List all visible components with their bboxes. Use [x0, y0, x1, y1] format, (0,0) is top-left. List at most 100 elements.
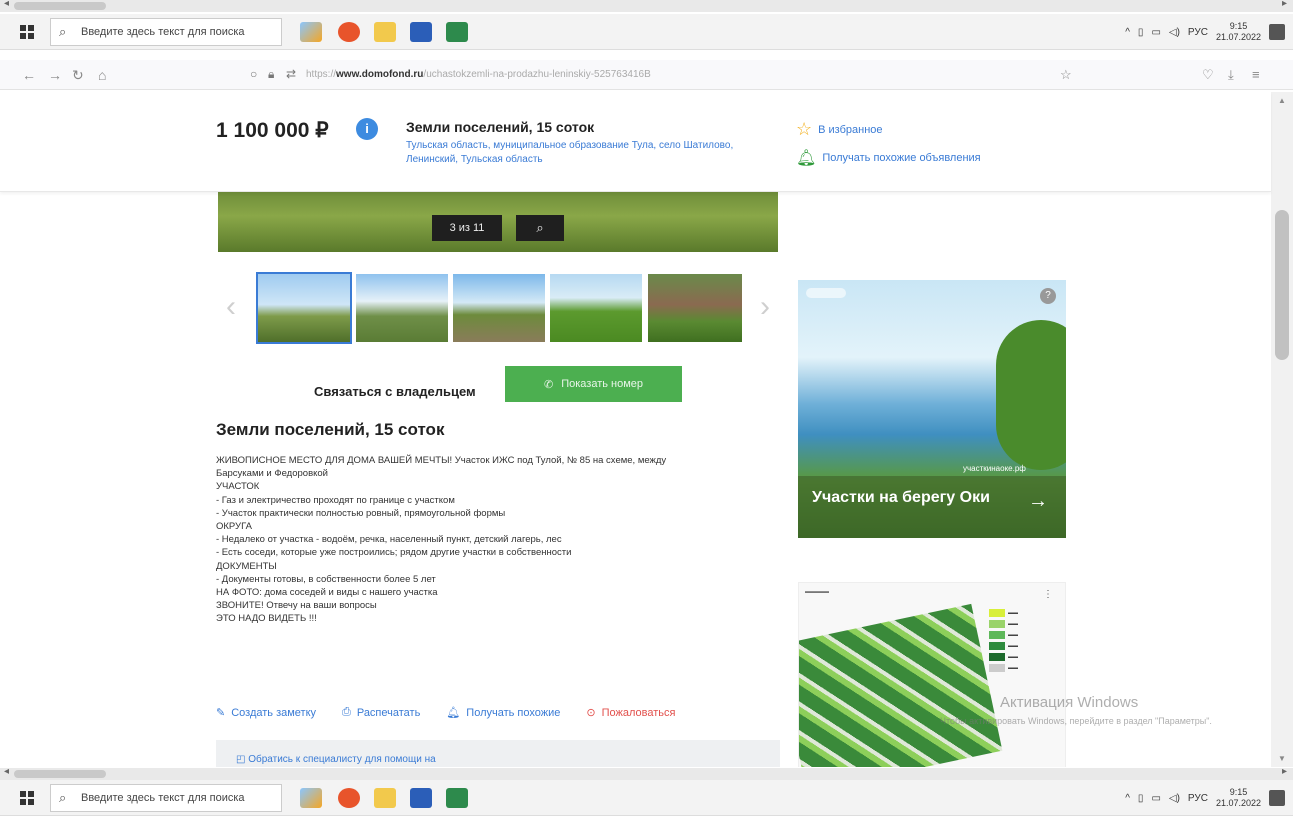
- windows-start-icon[interactable]: [20, 791, 34, 805]
- bell-icon: 🔔︎: [446, 707, 461, 719]
- bookmark-star-icon[interactable]: ☆: [1060, 67, 1072, 83]
- scroll-right-icon[interactable]: ▸: [1282, 766, 1287, 777]
- chevron-up-icon[interactable]: ^: [1125, 793, 1130, 804]
- header-listing-title: Земли поселений, 15 соток: [406, 119, 595, 135]
- file-explorer-icon[interactable]: [374, 22, 396, 42]
- listing-address[interactable]: Тульская область, муниципальное образова…: [406, 139, 746, 167]
- network-icon[interactable]: ▭: [1151, 793, 1160, 804]
- lock-icon[interactable]: 🔒︎: [268, 67, 274, 82]
- scroll-left-icon[interactable]: ◂: [4, 766, 9, 777]
- thumbnail-5[interactable]: [648, 274, 742, 342]
- word-icon[interactable]: [410, 22, 432, 42]
- favorites-label: В избранное: [818, 123, 883, 136]
- back-icon[interactable]: ←: [22, 67, 36, 83]
- taskbar-search[interactable]: ⌕ Введите здесь текст для поиска: [50, 18, 282, 46]
- language-indicator[interactable]: РУС: [1188, 27, 1208, 38]
- scroll-left-icon[interactable]: ◂: [4, 0, 9, 9]
- scroll-down-icon[interactable]: ▼: [1278, 754, 1286, 763]
- notification-icon[interactable]: [1269, 790, 1285, 806]
- search-icon: ⌕: [59, 24, 67, 39]
- weather-widget-icon[interactable]: [300, 22, 322, 42]
- thumbnail-2[interactable]: [356, 274, 448, 342]
- home-icon[interactable]: ⌂: [98, 67, 106, 83]
- permissions-icon[interactable]: ⇄: [286, 67, 296, 81]
- weather-widget-icon[interactable]: [300, 788, 322, 808]
- network-icon[interactable]: ▭: [1151, 27, 1160, 38]
- download-icon[interactable]: ⤓: [1228, 67, 1234, 83]
- description-line: ЖИВОПИСНОЕ МЕСТО ДЛЯ ДОМА ВАШЕЙ МЕЧТЫ! У…: [216, 455, 667, 466]
- forward-icon[interactable]: →: [48, 67, 62, 83]
- volume-icon[interactable]: ◁): [1169, 27, 1180, 38]
- description-line: - Газ и электричество проходят по границ…: [216, 494, 455, 506]
- photo-thumbnails: ‹ ›: [226, 272, 786, 346]
- ad-info-icon[interactable]: ?: [1040, 288, 1056, 304]
- extensions-icon[interactable]: ≡: [1252, 67, 1260, 82]
- scrollbar-thumb[interactable]: [14, 770, 106, 778]
- firefox-icon[interactable]: [338, 788, 360, 808]
- page-vertical-scrollbar[interactable]: ▲ ▼: [1271, 92, 1293, 767]
- report-button[interactable]: ⊙ Пожаловаться: [586, 706, 675, 720]
- ad-label-pill: [806, 288, 846, 298]
- pocket-icon[interactable]: ♡: [1202, 67, 1214, 83]
- star-icon: ☆: [796, 119, 813, 139]
- phone-icon: ✆: [543, 378, 554, 391]
- battery-icon[interactable]: ▯: [1138, 27, 1144, 38]
- scrollbar-thumb[interactable]: [14, 2, 106, 10]
- ad-banner-oka[interactable]: ? участкинаоке.рф Участки на берегу Оки …: [798, 280, 1066, 538]
- volume-icon[interactable]: ◁): [1169, 793, 1180, 804]
- print-label: Распечатать: [356, 706, 421, 719]
- zoom-icon[interactable]: ⌕: [516, 215, 564, 241]
- top-horizontal-scrollbar[interactable]: ◂ ▸: [0, 0, 1293, 12]
- vertical-scrollbar-thumb[interactable]: [1275, 210, 1289, 360]
- ad-caption: Участки на берегу Оки →: [798, 476, 1066, 538]
- page-content: 1 100 000 ₽ i Земли поселений, 15 соток …: [0, 92, 1280, 767]
- word-icon[interactable]: [410, 788, 432, 808]
- clock[interactable]: 9:15 21.07.2022: [1216, 21, 1261, 43]
- taskbar-search[interactable]: ⌕ Введите здесь текст для поиска: [50, 784, 282, 812]
- battery-icon[interactable]: ▯: [1138, 793, 1144, 804]
- create-note-button[interactable]: ✎ Создать заметку: [216, 706, 317, 720]
- windows-start-icon[interactable]: [20, 25, 34, 39]
- description-line: - Есть соседи, которые уже построились; …: [216, 547, 572, 559]
- print-button[interactable]: ⎙ Распечатать: [342, 706, 420, 719]
- thumbs-next-icon[interactable]: ›: [760, 290, 770, 324]
- clock-date: 21.07.2022: [1215, 798, 1261, 808]
- thumbs-prev-icon[interactable]: ‹: [226, 290, 236, 324]
- reload-icon[interactable]: ↻: [72, 67, 84, 84]
- clock[interactable]: 9:15 21.07.2022: [1216, 787, 1261, 809]
- subscribe-similar[interactable]: 🔔︎ Получать похожие объявления: [796, 148, 981, 168]
- taskbar-search-placeholder: Введите здесь текст для поиска: [81, 26, 245, 38]
- scroll-up-icon[interactable]: ▲: [1278, 96, 1286, 105]
- add-to-favorites[interactable]: ☆ В избранное: [796, 119, 883, 140]
- file-explorer-icon[interactable]: [374, 788, 396, 808]
- thumbnail-4[interactable]: [550, 274, 642, 342]
- price-info-icon[interactable]: i: [356, 118, 378, 140]
- main-photo[interactable]: 3 из 11 ⌕: [218, 192, 778, 252]
- thumbnail-1[interactable]: [256, 272, 352, 344]
- ad-tree-graphic: [996, 320, 1066, 470]
- pencil-icon: ✎: [216, 707, 226, 719]
- description-title: Земли поселений, 15 соток: [216, 420, 445, 439]
- firefox-icon[interactable]: [338, 22, 360, 42]
- excel-icon[interactable]: [446, 22, 468, 42]
- bottom-horizontal-scrollbar[interactable]: ◂ ▸: [0, 766, 1293, 780]
- similar-label: Получать похожие объявления: [822, 152, 981, 164]
- ad-site-name: участкинаоке.рф: [963, 464, 1026, 473]
- specialist-help-link[interactable]: ◰ Обратись к специалисту для помощи на: [236, 754, 436, 765]
- show-number-button[interactable]: ✆ Показать номер: [505, 366, 682, 402]
- address-bar[interactable]: ○ 🔒︎ ⇄ https://www.domofond.ru/uchastokz…: [240, 63, 1090, 87]
- ad-banner-plot-map[interactable]: ▬▬▬▬ ⋮ ▬▬ ▬▬ ▬▬ ▬▬ ▬▬ ▬▬: [798, 582, 1066, 767]
- chevron-up-icon[interactable]: ^: [1125, 27, 1130, 38]
- create-note-label: Создать заметку: [231, 706, 317, 719]
- arrow-right-icon[interactable]: →: [1028, 490, 1048, 513]
- shield-icon[interactable]: ○: [250, 67, 257, 81]
- more-options-icon[interactable]: ⋮: [1043, 589, 1053, 600]
- notification-icon[interactable]: [1269, 24, 1285, 40]
- language-indicator[interactable]: РУС: [1188, 793, 1208, 804]
- description-line: - Участок практически полностью ровный, …: [216, 507, 506, 519]
- thumbnail-3[interactable]: [453, 274, 545, 342]
- excel-icon[interactable]: [446, 788, 468, 808]
- get-similar-button[interactable]: 🔔︎ Получать похожие: [446, 706, 560, 720]
- description-line: НА ФОТО: дома соседей и виды с нашего уч…: [216, 587, 438, 599]
- scroll-right-icon[interactable]: ▸: [1282, 0, 1287, 9]
